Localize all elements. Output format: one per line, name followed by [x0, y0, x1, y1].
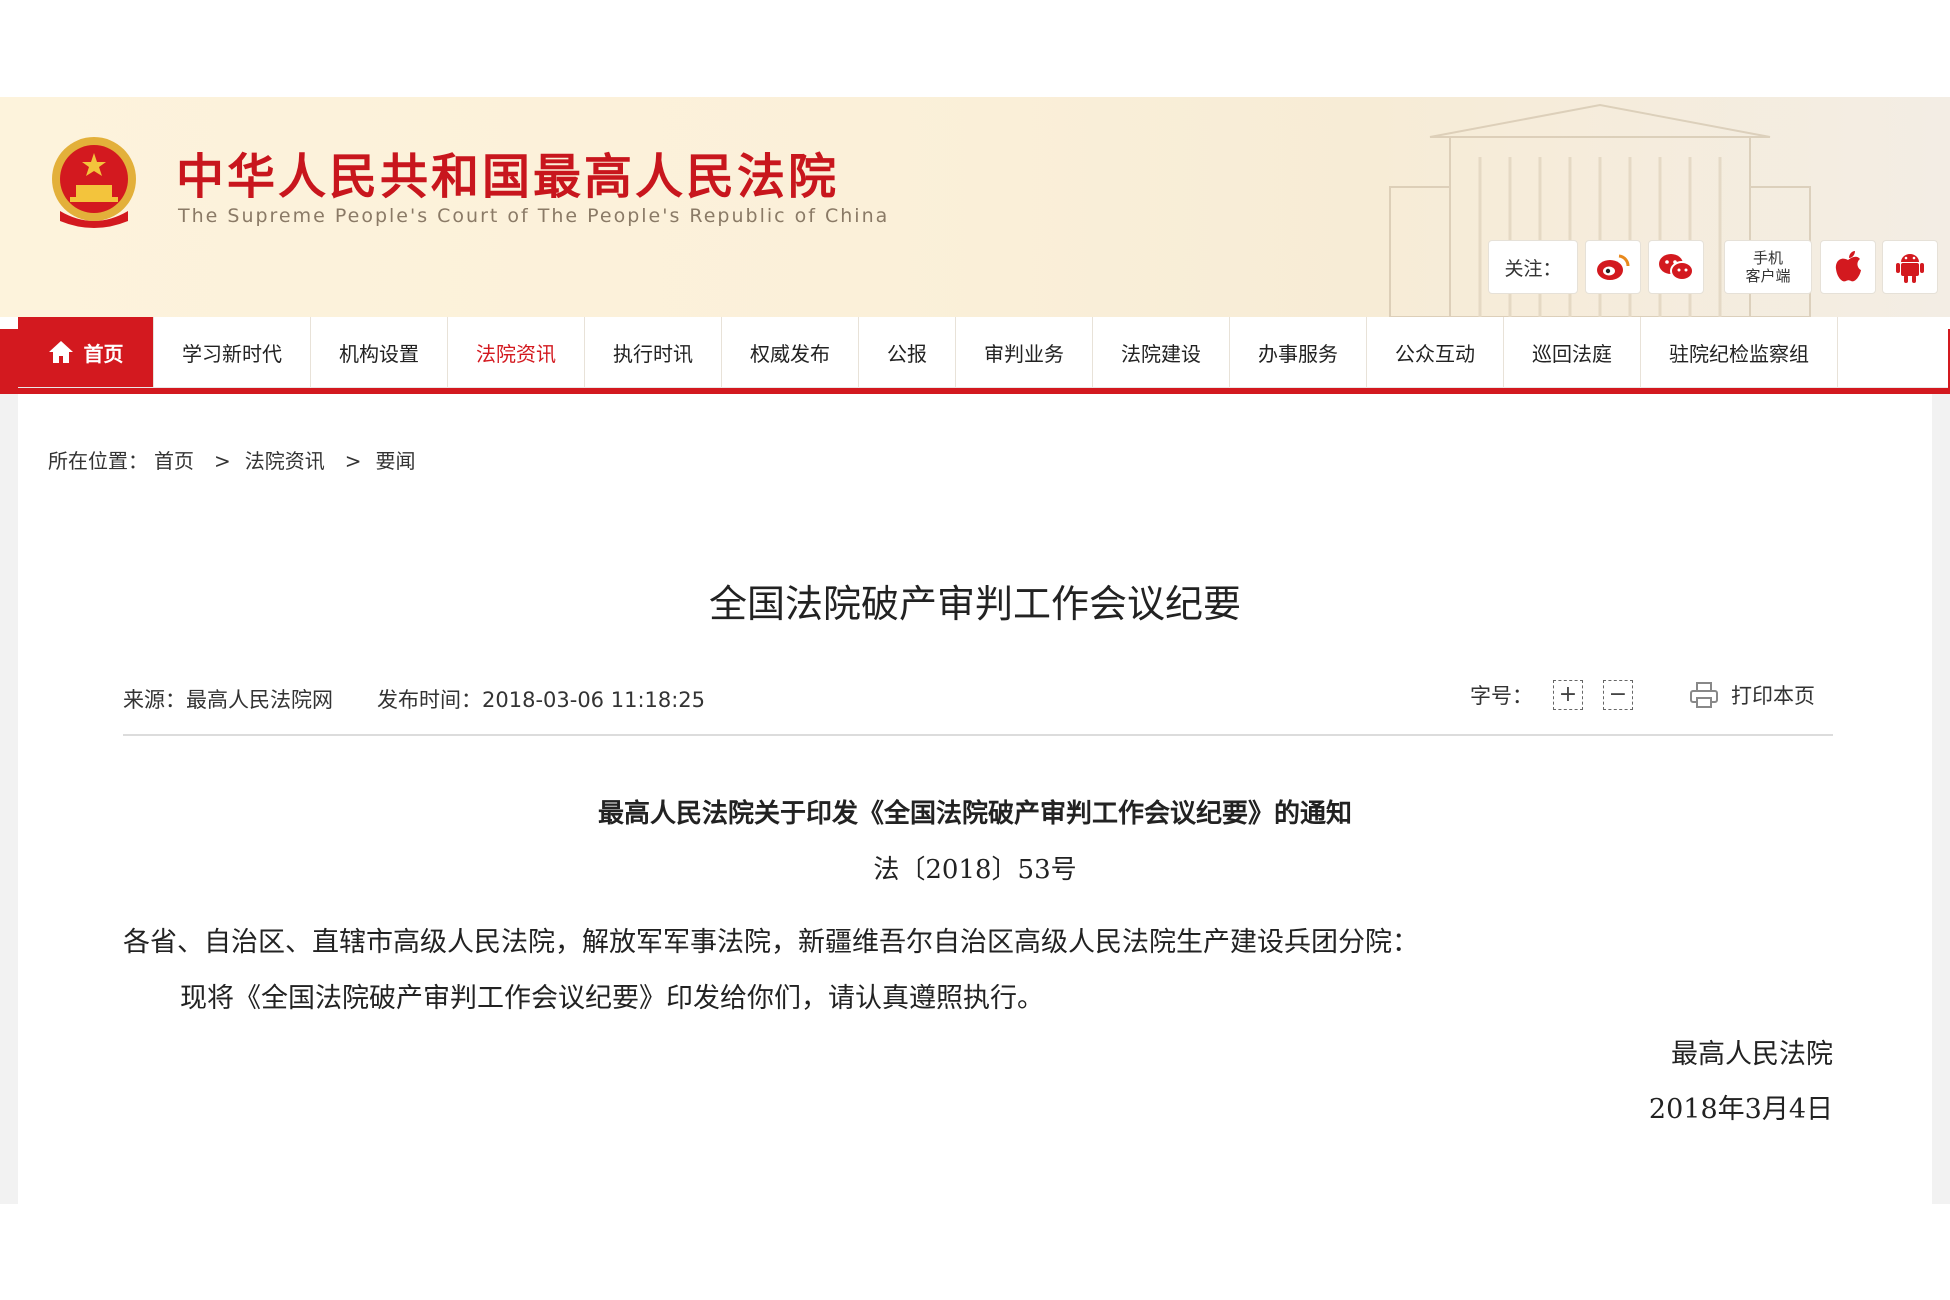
- nav-item-hudong[interactable]: 公众互动: [1366, 317, 1503, 387]
- breadcrumb-home[interactable]: 首页: [154, 449, 194, 473]
- apple-icon: [1835, 251, 1861, 282]
- notice-doc-number: 法〔2018〕53号: [873, 855, 1077, 885]
- weibo-icon: [1597, 254, 1630, 280]
- mobile-client-button[interactable]: 手机 客户端: [1724, 240, 1812, 294]
- nav-home-label: 首页: [83, 341, 124, 366]
- article-tools: 字号： + − 打印本页: [1470, 680, 1815, 710]
- nav-item-jigou[interactable]: 机构设置: [310, 317, 447, 387]
- follow-label: 关注：: [1488, 240, 1578, 294]
- site-subtitle: The Supreme People's Court of The People…: [178, 205, 890, 227]
- apple-app-button[interactable]: [1820, 240, 1876, 294]
- breadcrumb-separator: >: [344, 449, 362, 473]
- meta-divider: [123, 734, 1833, 736]
- mobile-client-label-2: 客户端: [1745, 267, 1791, 285]
- weibo-button[interactable]: [1585, 240, 1641, 294]
- nav-item-fayuan-zixun[interactable]: 法院资讯: [447, 317, 584, 387]
- printer-icon[interactable]: [1689, 681, 1719, 709]
- notice-body: 现将《全国法院破产审判工作会议纪要》印发给你们，请认真遵照执行。: [180, 983, 1044, 1014]
- nav-item-gongbao[interactable]: 公报: [858, 317, 955, 387]
- breadcrumb-fayuan-zixun[interactable]: 法院资讯: [245, 449, 325, 473]
- breadcrumb-label: 所在位置：: [48, 449, 148, 473]
- nav-bar: 首页 学习新时代 机构设置 法院资讯 执行时讯 权威发布 公报 审判业务 法院建…: [18, 317, 1948, 387]
- print-page-link[interactable]: 打印本页: [1731, 680, 1815, 710]
- nav-item-xunhui[interactable]: 巡回法庭: [1503, 317, 1640, 387]
- notice-addressee: 各省、自治区、直辖市高级人民法院，解放军军事法院，新疆维吾尔自治区高级人民法院生…: [123, 927, 1419, 958]
- nav-item-jijian[interactable]: 驻院纪检监察组: [1640, 317, 1838, 387]
- article-title: 全国法院破产审判工作会议纪要: [708, 582, 1241, 626]
- nav-item-zhixing[interactable]: 执行时讯: [584, 317, 721, 387]
- national-emblem-icon: [52, 137, 136, 228]
- signature-date: 2018年3月4日: [1648, 1094, 1833, 1125]
- nav-item-quanwei[interactable]: 权威发布: [721, 317, 858, 387]
- notice-title: 最高人民法院关于印发《全国法院破产审判工作会议纪要》的通知: [597, 799, 1352, 829]
- mobile-client-label-1: 手机: [1752, 249, 1783, 267]
- nav-item-xuexi[interactable]: 学习新时代: [153, 317, 310, 387]
- article-meta: 来源：最高人民法院网 发布时间：2018-03-06 11:18:25: [123, 684, 705, 714]
- wechat-icon: [1659, 254, 1694, 281]
- article-published-time: 发布时间：2018-03-06 11:18:25: [377, 688, 706, 712]
- font-size-label: 字号：: [1470, 684, 1533, 708]
- signature-organization: 最高人民法院: [1671, 1039, 1833, 1070]
- main-nav: 首页 学习新时代 机构设置 法院资讯 执行时讯 权威发布 公报 审判业务 法院建…: [0, 317, 1950, 394]
- android-app-button[interactable]: [1882, 240, 1938, 294]
- font-decrease-button[interactable]: −: [1603, 680, 1633, 710]
- breadcrumb-separator: >: [214, 449, 231, 473]
- nav-item-shenpan[interactable]: 审判业务: [955, 317, 1092, 387]
- nav-item-jianshe[interactable]: 法院建设: [1092, 317, 1229, 387]
- home-icon: [48, 341, 73, 363]
- nav-item-banshi[interactable]: 办事服务: [1229, 317, 1366, 387]
- site-header: 中华人民共和国最高人民法院 The Supreme People's Court…: [0, 97, 1950, 317]
- nav-item-home[interactable]: 首页: [18, 317, 153, 387]
- wechat-button[interactable]: [1648, 240, 1704, 294]
- site-title: 中华人民共和国最高人民法院: [176, 149, 840, 205]
- top-whitespace: [0, 0, 1950, 97]
- font-increase-button[interactable]: +: [1553, 680, 1583, 710]
- article-source: 来源：最高人民法院网: [123, 688, 333, 712]
- android-icon: [1896, 254, 1924, 283]
- breadcrumb: 所在位置： 首页 > 法院资讯 > 要闻: [48, 445, 422, 474]
- breadcrumb-yaowen[interactable]: 要闻: [376, 449, 416, 473]
